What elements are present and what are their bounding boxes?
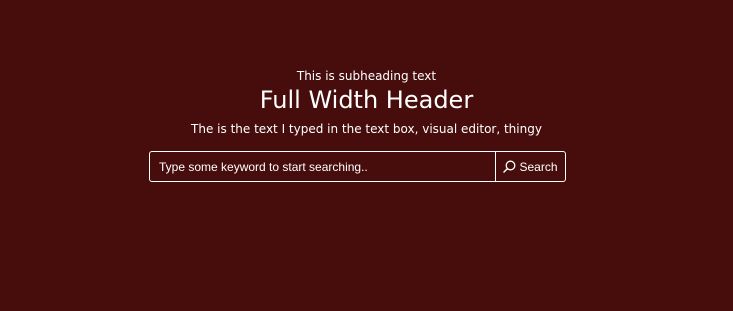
search-form: Search xyxy=(149,151,566,182)
search-button-label: Search xyxy=(519,159,558,174)
hero-subheading: This is subheading text xyxy=(296,69,437,83)
search-icon xyxy=(503,160,516,173)
search-button[interactable]: Search xyxy=(495,152,565,181)
hero-title: Full Width Header xyxy=(259,86,474,114)
hero-section: This is subheading text Full Width Heade… xyxy=(0,0,733,311)
hero-body-text: The is the text I typed in the text box,… xyxy=(191,122,542,136)
search-input[interactable] xyxy=(150,152,495,181)
